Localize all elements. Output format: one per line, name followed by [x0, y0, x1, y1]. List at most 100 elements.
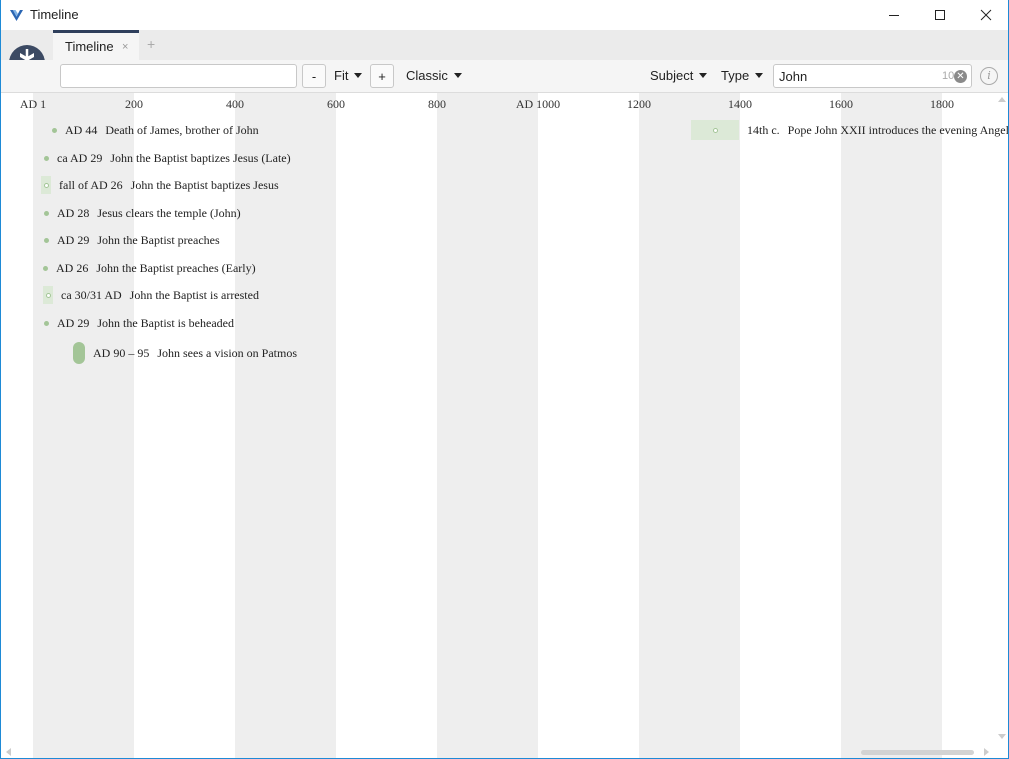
ruler-tick: AD 1: [19, 97, 47, 111]
title-bar: Timeline: [1, 0, 1008, 30]
timeline-event[interactable]: ca AD 29 John the Baptist baptizes Jesus…: [44, 148, 291, 168]
scroll-left-icon[interactable]: [6, 748, 11, 756]
event-date: ca 30/31 AD: [61, 287, 122, 302]
timeline-window: Timeline Timeline × + - Fit + Classic Su: [0, 0, 1009, 759]
ruler-tick: 200: [125, 97, 143, 111]
event-title: John the Baptist baptizes Jesus (Late): [110, 150, 291, 165]
style-dropdown[interactable]: Classic: [406, 68, 462, 83]
event-span: [43, 286, 53, 304]
event-title: John the Baptist preaches: [97, 232, 220, 247]
event-marker-icon: [44, 320, 49, 326]
event-date: AD 26: [56, 260, 89, 275]
toolbar: - Fit + Classic Subject Type John 10 ✕ i: [1, 60, 1008, 93]
minimize-button[interactable]: [871, 0, 917, 30]
scroll-down-icon[interactable]: [998, 734, 1006, 739]
timeline-event[interactable]: AD 26 John the Baptist preaches (Early): [43, 258, 256, 278]
timeline-event[interactable]: fall of AD 26 John the Baptist baptizes …: [41, 175, 279, 195]
type-label: Type: [721, 68, 750, 83]
event-title: Pope John XXII introduces the evening An…: [787, 122, 1009, 137]
time-ruler: AD 1 200 400 600 800 AD 1000 1200 1400 1…: [1, 93, 1008, 115]
close-icon: [980, 9, 992, 21]
tab-close-icon[interactable]: ×: [122, 41, 128, 53]
search-result-count: 10: [942, 70, 955, 82]
timeline-event[interactable]: AD 29 John the Baptist is beheaded: [44, 313, 234, 333]
zoom-in-button[interactable]: +: [370, 64, 394, 88]
event-marker-icon: [712, 127, 718, 133]
event-marker-icon: [44, 210, 49, 216]
style-label: Classic: [406, 68, 448, 83]
tab-timeline[interactable]: Timeline ×: [53, 30, 139, 60]
ruler-tick: 1800: [930, 97, 954, 111]
chevron-down-icon: [755, 73, 764, 78]
subject-label: Subject: [650, 68, 694, 83]
zoom-out-label: -: [311, 68, 317, 84]
century-band: [841, 93, 942, 758]
event-date: AD 29: [57, 315, 90, 330]
timeline-canvas[interactable]: AD 1 200 400 600 800 AD 1000 1200 1400 1…: [1, 93, 1009, 758]
add-tab-button[interactable]: +: [147, 36, 155, 52]
fit-label: Fit: [334, 68, 349, 83]
timeline-event[interactable]: AD 44 Death of James, brother of John: [52, 120, 259, 140]
event-title: John the Baptist is beheaded: [97, 315, 234, 330]
event-span: [691, 120, 739, 140]
window-title: Timeline: [30, 7, 79, 22]
subject-dropdown[interactable]: Subject: [650, 68, 708, 83]
scroll-right-icon[interactable]: [984, 748, 989, 756]
ruler-tick: 800: [428, 97, 446, 111]
event-marker-icon: [45, 292, 51, 298]
ruler-tick: 600: [327, 97, 345, 111]
ruler-tick: 1400: [728, 97, 752, 111]
chevron-down-icon: [453, 73, 462, 78]
tab-strip: Timeline × +: [1, 30, 1008, 60]
range-input[interactable]: [60, 64, 297, 88]
event-title: John the Baptist is arrested: [129, 287, 259, 302]
century-band: [437, 93, 538, 758]
event-title: John sees a vision on Patmos: [157, 345, 298, 360]
info-icon[interactable]: i: [980, 67, 998, 85]
type-dropdown[interactable]: Type: [721, 68, 764, 83]
ruler-tick: 1600: [829, 97, 853, 111]
event-marker-icon: [43, 182, 49, 188]
chevron-down-icon: [699, 73, 708, 78]
event-title: John the Baptist baptizes Jesus: [130, 177, 279, 192]
event-marker-icon: [43, 265, 48, 271]
timeline-event[interactable]: AD 28 Jesus clears the temple (John): [44, 203, 241, 223]
logos-v-icon: [10, 10, 23, 21]
zoom-in-label: +: [378, 68, 386, 84]
event-span: [41, 176, 51, 194]
ruler-tick: AD 1000: [515, 97, 561, 111]
maximize-icon: [935, 10, 945, 20]
event-title: Jesus clears the temple (John): [97, 205, 241, 220]
event-marker-icon: [44, 237, 49, 243]
ruler-tick: 400: [226, 97, 244, 111]
maximize-button[interactable]: [917, 0, 963, 30]
event-marker-icon: [44, 155, 49, 161]
event-title: Death of James, brother of John: [105, 122, 259, 137]
event-title: John the Baptist preaches (Early): [96, 260, 256, 275]
fit-dropdown[interactable]: Fit: [334, 68, 363, 83]
tab-label: Timeline: [65, 39, 114, 54]
event-marker-icon: [52, 127, 57, 133]
close-button[interactable]: [963, 0, 1008, 30]
clear-search-icon[interactable]: ✕: [954, 70, 967, 83]
search-value: John: [779, 69, 808, 84]
timeline-event[interactable]: AD 29 John the Baptist preaches: [44, 230, 220, 250]
zoom-out-button[interactable]: -: [302, 64, 326, 88]
search-input[interactable]: John 10 ✕: [773, 64, 972, 88]
event-date: AD 44: [65, 122, 98, 137]
event-date: AD 28: [57, 205, 90, 220]
timeline-event[interactable]: 14th c. Pope John XXII introduces the ev…: [691, 120, 1009, 140]
event-date: AD 90 – 95: [93, 345, 150, 360]
chevron-down-icon: [354, 73, 363, 78]
event-date: ca AD 29: [57, 150, 103, 165]
timeline-event[interactable]: AD 90 – 95 John sees a vision on Patmos: [73, 342, 298, 364]
ruler-tick: 1200: [627, 97, 651, 111]
minimize-icon: [889, 15, 899, 16]
event-span-marker-icon: [73, 342, 85, 364]
scroll-up-icon[interactable]: [998, 97, 1006, 102]
event-date: AD 29: [57, 232, 90, 247]
horizontal-scrollbar-thumb[interactable]: [861, 750, 974, 755]
timeline-event[interactable]: ca 30/31 AD John the Baptist is arrested: [43, 285, 259, 305]
century-band: [639, 93, 740, 758]
event-date: fall of AD 26: [59, 177, 123, 192]
